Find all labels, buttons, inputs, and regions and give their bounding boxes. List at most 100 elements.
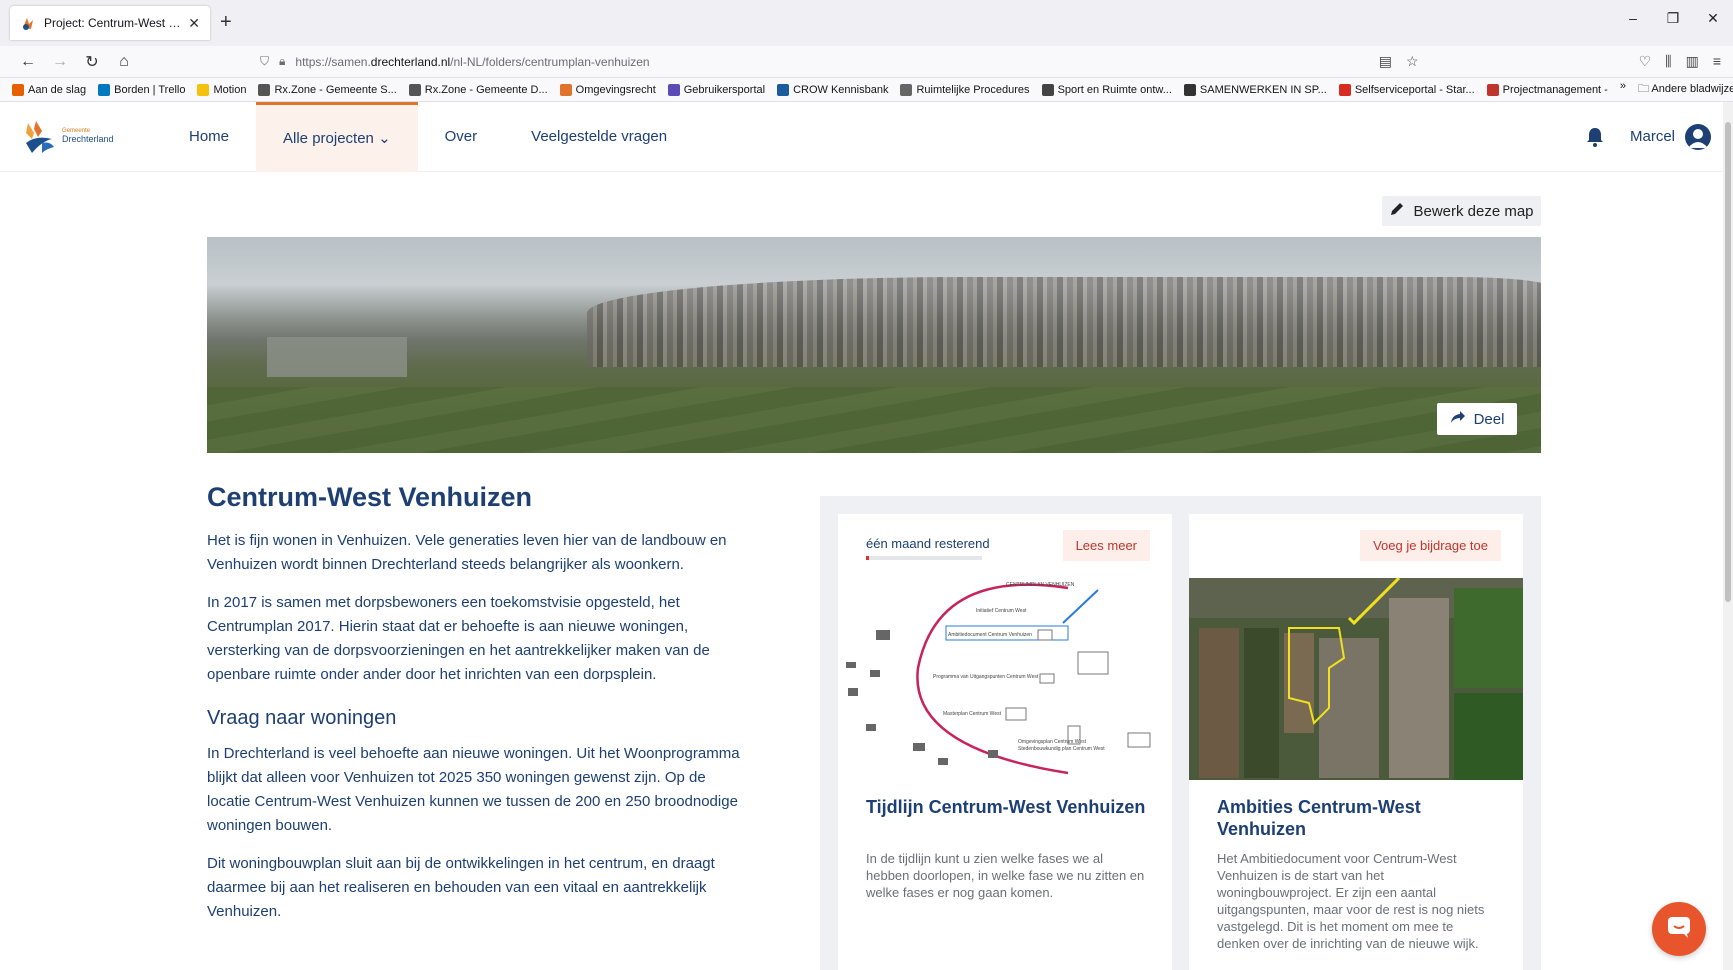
web-page: Gemeente Drechterland Home Alle projecten… [0, 102, 1733, 970]
page-scrollbar[interactable] [1723, 102, 1733, 970]
site-favicon-icon [20, 15, 36, 31]
bookmark-item[interactable]: Aan de slag [12, 83, 87, 96]
add-contribution-button[interactable]: Voeg je bijdrage toe [1360, 530, 1501, 561]
bookmark-favicon-icon [1183, 83, 1196, 96]
bookmark-favicon-icon [777, 83, 790, 96]
timeline-label: Ambitiedocument Centrum Venhuizen [948, 632, 1032, 638]
progress-bar [866, 556, 982, 560]
site-logo[interactable]: Gemeente Drechterland [22, 119, 132, 155]
pocket-icon[interactable]: ♡ [1639, 53, 1652, 70]
bookmark-favicon-icon [1338, 83, 1351, 96]
sidebar-icon[interactable]: ▥ [1686, 53, 1699, 70]
bookmark-favicon-icon [258, 83, 271, 96]
aerial-map-image [1189, 576, 1523, 780]
bookmark-label: Aan de slag [28, 83, 87, 96]
timeline-label: Programma van Uitgangspunten Centrum Wes… [933, 674, 1039, 680]
menu-icon[interactable]: ≡ [1713, 53, 1721, 70]
bookmark-label: SAMENWERKEN IN SP... [1199, 83, 1327, 96]
bookmark-item[interactable]: Omgevingsrecht [559, 83, 656, 96]
minimize-icon[interactable]: – [1613, 10, 1653, 27]
nav-item-3[interactable]: Over [418, 102, 505, 172]
pencil-icon [1389, 201, 1405, 221]
bookmarks-bar: Aan de slag Borden | Trello Motion Rx.Zone … [0, 78, 1733, 102]
nav-item-1[interactable]: Home [162, 102, 256, 172]
address-bar[interactable]: ⛉ 🔒︎ https://samen.drechterland.nl/nl-NL… [260, 48, 1419, 76]
window-controls: – ❐ ✕ [1613, 10, 1733, 27]
avatar [1685, 123, 1711, 150]
bookmark-item[interactable]: Rx.Zone - Gemeente S... [258, 83, 397, 96]
bookmark-item[interactable]: Selfserviceportal - Star... [1338, 83, 1475, 96]
bookmark-item[interactable]: Gebruikersportal [667, 83, 766, 96]
bookmark-label: Omgevingsrecht [575, 83, 656, 96]
bookmark-item[interactable]: Sport en Ruimte ontw... [1041, 83, 1172, 96]
bookmark-favicon-icon [98, 83, 111, 96]
card-title[interactable]: Tijdlijn Centrum-West Venhuizen [866, 796, 1146, 818]
user-menu[interactable]: Marcel [1629, 123, 1711, 150]
bookmark-favicon-icon [667, 83, 680, 96]
reload-icon[interactable]: ↻ [76, 52, 108, 72]
bookmark-item[interactable]: Motion [197, 83, 246, 96]
bookmark-favicon-icon [900, 83, 913, 96]
main-nav: Home Alle projecten ⌄ Over Veelgestelde vra… [162, 102, 694, 172]
browser-tabbar: Project: Centrum-West Venhuiz ✕ + – ❐ ✕ [0, 0, 1733, 46]
share-button[interactable]: Deel [1437, 403, 1517, 435]
bookmark-item[interactable]: Projectmanagement - [1486, 83, 1608, 96]
timeline-card[interactable]: één maand resterend Lees meer CENTRUMPLA… [838, 514, 1172, 970]
timeline-label: Initiatief Centrum West [976, 608, 1027, 614]
chat-icon [1666, 915, 1692, 944]
other-bookmarks-folder[interactable]: 🗀 Andere bladwijzers [1638, 80, 1733, 99]
tab-close-icon[interactable]: ✕ [188, 15, 200, 32]
read-more-button[interactable]: Lees meer [1062, 530, 1150, 561]
bookmark-favicon-icon [197, 83, 210, 96]
timeline-label: Stedenbouwkundig plan Centrum West [1018, 746, 1105, 752]
timeline-label: Masterplan Centrum West [943, 711, 1002, 717]
bookmark-item[interactable]: CROW Kennisbank [777, 83, 888, 96]
back-icon[interactable]: ← [12, 53, 44, 71]
bookmarks-more-icon[interactable]: » [1620, 80, 1626, 99]
close-window-icon[interactable]: ✕ [1693, 10, 1733, 27]
card-title[interactable]: Ambities Centrum-West Venhuizen [1217, 796, 1497, 840]
home-icon[interactable]: ⌂ [108, 53, 140, 71]
chat-button[interactable] [1652, 902, 1706, 956]
ambitions-card[interactable]: Voeg je bijdrage toe Ambities Centrum-We… [1189, 514, 1523, 970]
site-header: Gemeente Drechterland Home Alle projecten… [0, 102, 1733, 172]
library-icon[interactable]: ⫼ [1665, 53, 1671, 70]
new-tab-button[interactable]: + [220, 11, 232, 34]
bookmark-label: Rx.Zone - Gemeente D... [424, 83, 548, 96]
user-name: Marcel [1629, 128, 1675, 145]
article-paragraph: In 2017 is samen met dorpsbewoners een t… [207, 594, 710, 683]
bookmark-label: Gebruikersportal [683, 83, 766, 96]
hero-field [207, 387, 1541, 453]
bookmark-favicon-icon [559, 83, 572, 96]
bookmark-label: Projectmanagement - [1502, 83, 1608, 96]
bookmark-item[interactable]: SAMENWERKEN IN SP... [1183, 83, 1327, 96]
bookmark-star-icon[interactable]: ☆ [1406, 53, 1419, 70]
browser-tab[interactable]: Project: Centrum-West Venhuiz ✕ [10, 6, 210, 40]
forward-icon[interactable]: → [44, 53, 76, 71]
edit-folder-button[interactable]: Bewerk deze map [1382, 196, 1541, 226]
card-description: Het Ambitiedocument voor Centrum-West Ve… [1217, 851, 1485, 951]
bookmark-item[interactable]: Ruimtelijke Procedures [900, 83, 1030, 96]
hero-image: Deel [207, 237, 1541, 453]
scrollbar-thumb[interactable] [1725, 122, 1731, 602]
article-paragraph: In Drechterland is veel behoefte aan nie… [207, 745, 740, 834]
article: Centrum-West Venhuizen Het is fijn wonen… [207, 482, 747, 938]
reader-view-icon[interactable]: ▤ [1379, 53, 1392, 70]
timeline-image: CENTRUMPLAN VENHUIZEN Initiatief Centrum… [838, 578, 1172, 780]
logo-mark [22, 119, 58, 155]
card-description: In de tijdlijn kunt u zien welke fases w… [866, 851, 1145, 900]
hero-village [587, 277, 1541, 367]
tab-title: Project: Centrum-West Venhuiz [44, 16, 183, 30]
bookmark-favicon-icon [1486, 83, 1499, 96]
nav-item-2[interactable]: Alle projecten ⌄ [256, 102, 418, 172]
browser-navbar: ← → ↻ ⌂ ⛉ 🔒︎ https://samen.drechterland.… [0, 46, 1733, 78]
shield-icon[interactable]: ⛉ [260, 54, 269, 69]
notification-bell-icon[interactable] [1586, 127, 1604, 147]
bookmark-favicon-icon [1041, 83, 1054, 96]
nav-item-4[interactable]: Veelgestelde vragen [504, 102, 694, 172]
lock-icon[interactable]: 🔒︎ [279, 54, 285, 69]
restore-icon[interactable]: ❐ [1653, 10, 1693, 27]
bookmark-item[interactable]: Rx.Zone - Gemeente D... [408, 83, 548, 96]
section-heading: Vraag naar woningen [207, 707, 397, 729]
bookmark-item[interactable]: Borden | Trello [98, 83, 185, 96]
